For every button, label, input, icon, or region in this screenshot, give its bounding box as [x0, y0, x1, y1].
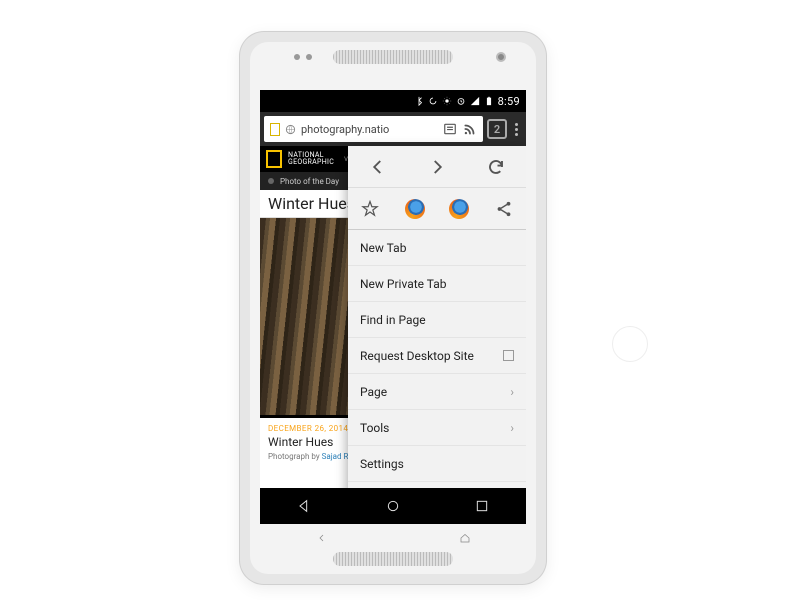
alarm-icon	[456, 96, 466, 106]
hw-back-icon[interactable]	[316, 532, 328, 544]
chevron-right-icon: ›	[510, 421, 514, 435]
sync-icon	[428, 96, 438, 106]
front-camera	[496, 52, 506, 62]
hw-home-icon[interactable]	[459, 532, 471, 544]
bluetooth-icon	[414, 96, 424, 106]
phone-frame: 8:59 photography.natio 2	[240, 32, 546, 584]
recents-nav-icon[interactable]	[474, 498, 490, 514]
url-field[interactable]: photography.natio	[264, 116, 483, 142]
menu-find-in-page[interactable]: Find in Page	[348, 302, 526, 338]
home-nav-icon[interactable]	[385, 498, 401, 514]
android-status-bar: 8:59	[260, 90, 526, 112]
menu-tools[interactable]: Tools›	[348, 410, 526, 446]
tabs-button[interactable]: 2	[487, 119, 507, 139]
section-label: Photo of the Day	[280, 177, 339, 186]
back-nav-icon[interactable]	[296, 498, 312, 514]
desktop-site-checkbox[interactable]	[503, 350, 514, 361]
reload-button[interactable]	[467, 146, 526, 187]
sensor-dots	[294, 54, 312, 60]
hardware-keys	[250, 528, 536, 548]
share-button[interactable]	[482, 188, 527, 229]
menu-new-tab[interactable]: New Tab	[348, 230, 526, 266]
menu-nav-row	[348, 146, 526, 188]
back-button[interactable]	[348, 146, 407, 187]
section-dot-icon	[268, 178, 274, 184]
page-heading: Winter Hues	[268, 194, 355, 213]
menu-action-row	[348, 188, 526, 230]
chevron-right-icon: ›	[510, 385, 514, 399]
menu-new-private-tab[interactable]: New Private Tab	[348, 266, 526, 302]
url-text: photography.natio	[301, 123, 438, 136]
cast-rss-icon[interactable]	[463, 122, 477, 136]
earpiece-speaker	[333, 50, 453, 64]
overflow-menu: New Tab New Private Tab Find in Page Req…	[348, 146, 526, 524]
menu-settings[interactable]: Settings	[348, 446, 526, 482]
reader-mode-icon[interactable]	[443, 122, 457, 136]
android-nav-bar	[260, 488, 526, 524]
status-time: 8:59	[498, 95, 520, 108]
sync-tabs-button[interactable]	[437, 188, 482, 229]
brightness-icon	[442, 96, 452, 106]
battery-icon	[484, 96, 494, 106]
firefox-icon	[405, 199, 425, 219]
bottom-speaker	[333, 552, 453, 566]
site-favicon	[270, 123, 280, 136]
menu-button[interactable]	[511, 123, 522, 136]
site-brand: NATIONAL GEOGRAPHIC	[288, 152, 334, 166]
natgeo-logo-icon	[266, 150, 282, 168]
menu-request-desktop[interactable]: Request Desktop Site	[348, 338, 526, 374]
firefox-account-button[interactable]	[393, 188, 438, 229]
forward-button[interactable]	[407, 146, 466, 187]
bookmark-button[interactable]	[348, 188, 393, 229]
background-circle	[612, 326, 648, 362]
globe-icon	[285, 124, 296, 135]
screen: 8:59 photography.natio 2	[260, 90, 526, 524]
firefox-icon	[449, 199, 469, 219]
menu-page[interactable]: Page›	[348, 374, 526, 410]
signal-icon	[470, 96, 480, 106]
browser-toolbar: photography.natio 2	[260, 112, 526, 146]
